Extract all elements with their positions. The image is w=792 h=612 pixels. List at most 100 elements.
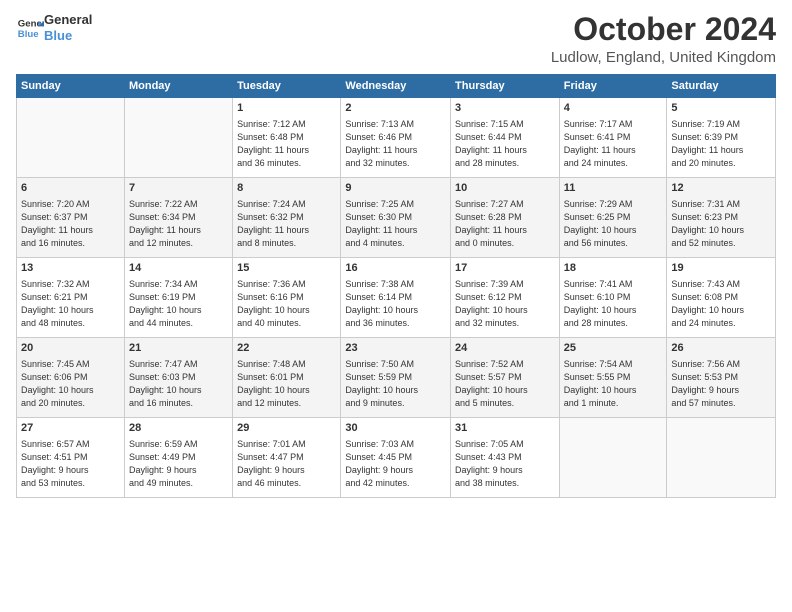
day-number: 10: [455, 181, 555, 196]
day-cell: 26Sunrise: 7:56 AM Sunset: 5:53 PM Dayli…: [667, 338, 776, 418]
day-cell: 9 Sunrise: 7:25 AM Sunset: 6:30 PM Daylig…: [341, 178, 451, 258]
day-info: Sunrise: 7:12 AM Sunset: 6:48 PM Dayligh…: [237, 118, 336, 170]
day-number: 30: [345, 421, 446, 436]
location: Ludlow, England, United Kingdom: [551, 49, 776, 66]
logo-icon: General Blue: [16, 14, 44, 42]
week-row-2: 6Sunrise: 7:20 AM Sunset: 6:37 PM Daylig…: [17, 178, 776, 258]
day-number: 23: [345, 341, 446, 356]
day-header-monday: Monday: [124, 75, 232, 98]
header: General Blue General Blue October 2024 L…: [16, 12, 776, 66]
day-header-sunday: Sunday: [17, 75, 125, 98]
day-number: 4: [564, 101, 663, 116]
day-cell: 18 Sunrise: 7:41 AM Sunset: 6:10 PM Dayli…: [559, 258, 667, 338]
day-info: Sunrise: 7:22 AM Sunset: 6:34 PM Dayligh…: [129, 198, 228, 250]
header-row: SundayMondayTuesdayWednesdayThursdayFrid…: [17, 75, 776, 98]
logo-line1: General: [44, 12, 92, 28]
day-info: Sunrise: 7:01 AM Sunset: 4:47 PM Dayligh…: [237, 438, 336, 490]
day-cell: 23 Sunrise: 7:50 AM Sunset: 5:59 PM Dayli…: [341, 338, 451, 418]
day-info: Sunrise: 7:43 AM Sunset: 6:08 PM Dayligh…: [671, 278, 771, 330]
day-cell: 16 Sunrise: 7:38 AM Sunset: 6:14 PM Dayli…: [341, 258, 451, 338]
day-header-wednesday: Wednesday: [341, 75, 451, 98]
day-number: 3: [455, 101, 555, 116]
day-number: 17: [455, 261, 555, 276]
day-cell: 19 Sunrise: 7:43 AM Sunset: 6:08 PM Dayli…: [667, 258, 776, 338]
day-number: 21: [129, 341, 228, 356]
week-row-5: 27 Sunrise: 6:57 AM Sunset: 4:51 PM Dayli…: [17, 418, 776, 498]
day-cell: 11Sunrise: 7:29 AM Sunset: 6:25 PM Dayli…: [559, 178, 667, 258]
day-cell: 12Sunrise: 7:31 AM Sunset: 6:23 PM Dayli…: [667, 178, 776, 258]
day-number: 16: [345, 261, 446, 276]
day-cell: 13 Sunrise: 7:32 AM Sunset: 6:21 PM Dayli…: [17, 258, 125, 338]
day-number: 27: [21, 421, 120, 436]
svg-text:Blue: Blue: [18, 28, 39, 39]
day-info: Sunrise: 7:54 AM Sunset: 5:55 PM Dayligh…: [564, 358, 663, 410]
day-info: Sunrise: 6:57 AM Sunset: 4:51 PM Dayligh…: [21, 438, 120, 490]
day-cell: 27 Sunrise: 6:57 AM Sunset: 4:51 PM Dayli…: [17, 418, 125, 498]
day-info: Sunrise: 7:48 AM Sunset: 6:01 PM Dayligh…: [237, 358, 336, 410]
week-row-4: 20 Sunrise: 7:45 AM Sunset: 6:06 PM Dayli…: [17, 338, 776, 418]
day-number: 29: [237, 421, 336, 436]
day-number: 18: [564, 261, 663, 276]
day-cell: 22 Sunrise: 7:48 AM Sunset: 6:01 PM Dayli…: [233, 338, 341, 418]
day-info: Sunrise: 7:25 AM Sunset: 6:30 PM Dayligh…: [345, 198, 446, 250]
day-number: 1: [237, 101, 336, 116]
day-cell: [667, 418, 776, 498]
week-row-1: 1 Sunrise: 7:12 AM Sunset: 6:48 PM Daylig…: [17, 98, 776, 178]
day-cell: 8 Sunrise: 7:24 AM Sunset: 6:32 PM Daylig…: [233, 178, 341, 258]
day-number: 31: [455, 421, 555, 436]
day-number: 20: [21, 341, 120, 356]
day-number: 28: [129, 421, 228, 436]
day-info: Sunrise: 7:41 AM Sunset: 6:10 PM Dayligh…: [564, 278, 663, 330]
day-cell: 30 Sunrise: 7:03 AM Sunset: 4:45 PM Dayli…: [341, 418, 451, 498]
day-cell: [17, 98, 125, 178]
day-info: Sunrise: 7:36 AM Sunset: 6:16 PM Dayligh…: [237, 278, 336, 330]
day-number: 8: [237, 181, 336, 196]
day-cell: 2Sunrise: 7:13 AM Sunset: 6:46 PM Daylig…: [341, 98, 451, 178]
calendar-table: SundayMondayTuesdayWednesdayThursdayFrid…: [16, 74, 776, 498]
logo-line2: Blue: [44, 28, 92, 44]
day-info: Sunrise: 7:03 AM Sunset: 4:45 PM Dayligh…: [345, 438, 446, 490]
day-cell: 14 Sunrise: 7:34 AM Sunset: 6:19 PM Dayli…: [124, 258, 232, 338]
day-cell: 25Sunrise: 7:54 AM Sunset: 5:55 PM Dayli…: [559, 338, 667, 418]
day-number: 26: [671, 341, 771, 356]
day-number: 13: [21, 261, 120, 276]
day-cell: 21 Sunrise: 7:47 AM Sunset: 6:03 PM Dayli…: [124, 338, 232, 418]
day-number: 22: [237, 341, 336, 356]
day-cell: [124, 98, 232, 178]
day-cell: 31Sunrise: 7:05 AM Sunset: 4:43 PM Dayli…: [451, 418, 560, 498]
day-number: 15: [237, 261, 336, 276]
day-info: Sunrise: 7:34 AM Sunset: 6:19 PM Dayligh…: [129, 278, 228, 330]
day-info: Sunrise: 6:59 AM Sunset: 4:49 PM Dayligh…: [129, 438, 228, 490]
day-cell: 17Sunrise: 7:39 AM Sunset: 6:12 PM Dayli…: [451, 258, 560, 338]
day-cell: 6Sunrise: 7:20 AM Sunset: 6:37 PM Daylig…: [17, 178, 125, 258]
day-cell: 5 Sunrise: 7:19 AM Sunset: 6:39 PM Daylig…: [667, 98, 776, 178]
day-number: 24: [455, 341, 555, 356]
day-info: Sunrise: 7:19 AM Sunset: 6:39 PM Dayligh…: [671, 118, 771, 170]
day-number: 5: [671, 101, 771, 116]
day-header-thursday: Thursday: [451, 75, 560, 98]
day-cell: 20 Sunrise: 7:45 AM Sunset: 6:06 PM Dayli…: [17, 338, 125, 418]
day-cell: 29 Sunrise: 7:01 AM Sunset: 4:47 PM Dayli…: [233, 418, 341, 498]
day-info: Sunrise: 7:24 AM Sunset: 6:32 PM Dayligh…: [237, 198, 336, 250]
day-info: Sunrise: 7:17 AM Sunset: 6:41 PM Dayligh…: [564, 118, 663, 170]
day-info: Sunrise: 7:45 AM Sunset: 6:06 PM Dayligh…: [21, 358, 120, 410]
day-info: Sunrise: 7:47 AM Sunset: 6:03 PM Dayligh…: [129, 358, 228, 410]
day-info: Sunrise: 7:50 AM Sunset: 5:59 PM Dayligh…: [345, 358, 446, 410]
day-number: 19: [671, 261, 771, 276]
day-info: Sunrise: 7:27 AM Sunset: 6:28 PM Dayligh…: [455, 198, 555, 250]
day-number: 9: [345, 181, 446, 196]
day-cell: 10 Sunrise: 7:27 AM Sunset: 6:28 PM Dayli…: [451, 178, 560, 258]
day-cell: 3Sunrise: 7:15 AM Sunset: 6:44 PM Daylig…: [451, 98, 560, 178]
day-info: Sunrise: 7:31 AM Sunset: 6:23 PM Dayligh…: [671, 198, 771, 250]
day-info: Sunrise: 7:20 AM Sunset: 6:37 PM Dayligh…: [21, 198, 120, 250]
day-cell: 15 Sunrise: 7:36 AM Sunset: 6:16 PM Dayli…: [233, 258, 341, 338]
title-block: October 2024 Ludlow, England, United Kin…: [551, 12, 776, 66]
day-number: 2: [345, 101, 446, 116]
day-number: 14: [129, 261, 228, 276]
logo: General Blue General Blue: [16, 12, 92, 43]
page-container: General Blue General Blue October 2024 L…: [0, 0, 792, 506]
day-cell: 7Sunrise: 7:22 AM Sunset: 6:34 PM Daylig…: [124, 178, 232, 258]
week-row-3: 13 Sunrise: 7:32 AM Sunset: 6:21 PM Dayli…: [17, 258, 776, 338]
day-info: Sunrise: 7:32 AM Sunset: 6:21 PM Dayligh…: [21, 278, 120, 330]
day-info: Sunrise: 7:38 AM Sunset: 6:14 PM Dayligh…: [345, 278, 446, 330]
